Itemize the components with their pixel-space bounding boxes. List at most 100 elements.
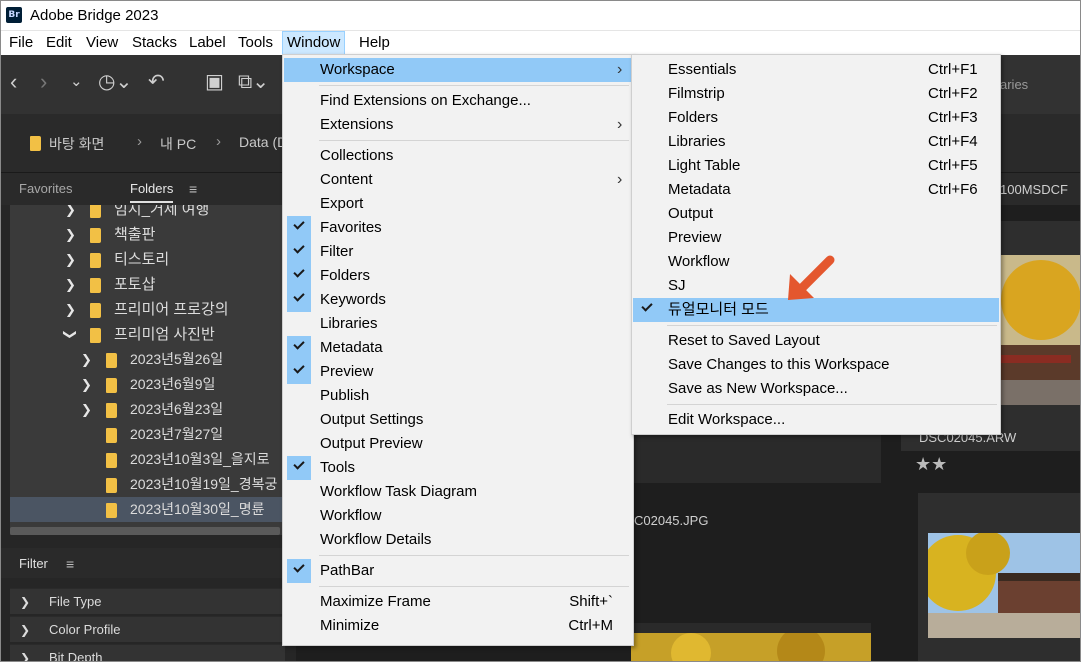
chevron-right-icon[interactable]: ❯ xyxy=(65,222,76,247)
tree-scrollbar[interactable] xyxy=(10,527,280,535)
menu-item-content[interactable]: Content › xyxy=(284,168,632,192)
workspace-item-essentials[interactable]: Essentials Ctrl+F1 xyxy=(633,58,999,82)
menu-item-maximize-frame[interactable]: Maximize Frame Shift+` xyxy=(284,590,632,614)
tree-row[interactable]: 2023년10월3일_을지로 xyxy=(10,447,285,472)
menu-item-minimize[interactable]: Minimize Ctrl+M xyxy=(284,614,632,638)
menu-item-label: Content xyxy=(320,171,373,188)
workspace-item-save-changes-to-this-workspace[interactable]: Save Changes to this Workspace xyxy=(633,353,999,377)
workspace-item-save-as-new-workspace[interactable]: Save as New Workspace... xyxy=(633,377,999,401)
menu-label[interactable]: Label xyxy=(185,31,230,55)
workspace-item-metadata[interactable]: Metadata Ctrl+F6 xyxy=(633,178,999,202)
tree-row[interactable]: 2023년7월27일 xyxy=(10,422,285,447)
workspace-item-preview[interactable]: Preview xyxy=(633,226,999,250)
chevron-right-icon[interactable]: ❯ xyxy=(65,205,76,222)
menu-item-collections[interactable]: Collections xyxy=(284,144,632,168)
menu-item-output-settings[interactable]: Output Settings xyxy=(284,408,632,432)
menu-file[interactable]: File xyxy=(5,31,37,55)
filter-row-color-profile[interactable]: ❯ Color Profile xyxy=(10,616,285,642)
tab-favorites[interactable]: Favorites xyxy=(19,181,72,196)
checkmark-icon xyxy=(287,288,311,312)
menu-item-libraries[interactable]: Libraries xyxy=(284,312,632,336)
menu-shortcut: Ctrl+F2 xyxy=(928,85,978,102)
menu-item-folders[interactable]: Folders xyxy=(284,264,632,288)
menu-item-preview[interactable]: Preview xyxy=(284,360,632,384)
workspace-item-libraries[interactable]: Libraries Ctrl+F4 xyxy=(633,130,999,154)
chevron-right-icon[interactable]: ❯ xyxy=(65,297,76,322)
chevron-right-icon[interactable]: ❯ xyxy=(65,272,76,297)
panel-menu-icon[interactable]: ≡ xyxy=(66,556,74,572)
chevron-right-icon[interactable]: ❯ xyxy=(81,372,92,397)
workspace-item-output[interactable]: Output xyxy=(633,202,999,226)
workspace-item-folders[interactable]: Folders Ctrl+F3 xyxy=(633,106,999,130)
menu-item-publish[interactable]: Publish xyxy=(284,384,632,408)
tree-row[interactable]: 2023년10월19일_경복궁 xyxy=(10,472,285,497)
tree-row[interactable]: ❯ 2023년6월9일 xyxy=(10,372,285,397)
menu-item-label: Edit Workspace... xyxy=(668,411,786,428)
title-bar: Br Adobe Bridge 2023 xyxy=(0,0,1081,31)
forward-icon[interactable]: › xyxy=(40,67,47,97)
camera-import-icon[interactable]: ▣ xyxy=(205,67,224,97)
menu-item-output-preview[interactable]: Output Preview xyxy=(284,432,632,456)
breadcrumb-my-pc[interactable]: 내 PC xyxy=(160,134,196,154)
menu-item-pathbar[interactable]: PathBar xyxy=(284,559,632,583)
tree-row[interactable]: ❯ 책출판 xyxy=(10,222,285,247)
tab-folders[interactable]: Folders xyxy=(130,181,174,203)
chevron-right-icon[interactable]: ❯ xyxy=(81,347,92,372)
menu-item-filter[interactable]: Filter xyxy=(284,240,632,264)
filter-row-bit-depth[interactable]: ❯ Bit Depth xyxy=(10,644,285,662)
menu-item-tools[interactable]: Tools xyxy=(284,456,632,480)
menu-help[interactable]: Help xyxy=(355,31,394,55)
menu-item-metadata[interactable]: Metadata xyxy=(284,336,632,360)
tree-label: 2023년10월3일_을지로 xyxy=(130,451,270,467)
panel-menu-icon[interactable]: ≡ xyxy=(189,181,197,197)
recent-history-icon[interactable]: ◷⌄ xyxy=(98,67,132,97)
thumbnail-card[interactable] xyxy=(918,493,1081,662)
menu-tools[interactable]: Tools xyxy=(234,31,277,55)
tree-row[interactable]: ❯ 티스토리 xyxy=(10,247,285,272)
menu-item-label: Metadata xyxy=(320,339,383,356)
chevron-right-icon[interactable]: ❯ xyxy=(81,397,92,422)
menu-item-workspace[interactable]: Workspace › xyxy=(284,58,632,82)
menu-item-label: Preview xyxy=(668,229,722,246)
menu-window[interactable]: Window xyxy=(282,31,346,55)
menu-edit[interactable]: Edit xyxy=(42,31,76,55)
workspace-item-reset-to-saved-layout[interactable]: Reset to Saved Layout xyxy=(633,329,999,353)
menu-item-export[interactable]: Export xyxy=(284,192,632,216)
workspace-item-edit-workspace[interactable]: Edit Workspace... xyxy=(633,408,999,432)
filter-row-file-type[interactable]: ❯ File Type xyxy=(10,588,285,614)
menu-view[interactable]: View xyxy=(82,31,122,55)
rating-stars[interactable]: ★★ xyxy=(915,454,947,475)
workspace-item-light-table[interactable]: Light Table Ctrl+F5 xyxy=(633,154,999,178)
menu-item-label: Output Settings xyxy=(320,411,424,428)
tree-row[interactable]: ❯ 2023년5월26일 xyxy=(10,347,285,372)
menu-item-extensions[interactable]: Extensions › xyxy=(284,113,632,137)
filter-panel-title[interactable]: Filter xyxy=(19,556,48,571)
menu-item-workflow-details[interactable]: Workflow Details xyxy=(284,528,632,552)
tree-row[interactable]: ❯ 포토샵 xyxy=(10,272,285,297)
tree-row[interactable]: ❯ 프리미엄 사진반 xyxy=(10,322,285,347)
menu-item-keywords[interactable]: Keywords xyxy=(284,288,632,312)
back-icon[interactable]: ‹ xyxy=(10,67,17,97)
checkmark-icon xyxy=(287,264,311,288)
toolbar-libraries-label[interactable]: aries xyxy=(1000,77,1028,92)
tree-row[interactable]: ❯ 프리미어 프로강의 xyxy=(10,297,285,322)
chevron-down-icon[interactable]: ⌄ xyxy=(70,67,83,97)
thumbnail-card[interactable] xyxy=(631,623,871,662)
refine-icon[interactable]: ⧉⌄ xyxy=(238,67,269,97)
menu-item-workflow-task-diagram[interactable]: Workflow Task Diagram xyxy=(284,480,632,504)
folder-icon xyxy=(106,453,117,468)
chevron-right-icon[interactable]: ❯ xyxy=(65,247,76,272)
tree-row[interactable]: ❯ 임시_거제 여행 xyxy=(10,205,285,222)
boomerang-icon[interactable]: ↶ xyxy=(148,67,165,97)
menu-item-favorites[interactable]: Favorites xyxy=(284,216,632,240)
menu-item-label: Workflow Details xyxy=(320,531,432,548)
menu-stacks[interactable]: Stacks xyxy=(128,31,181,55)
chevron-down-icon[interactable]: ❯ xyxy=(58,329,83,340)
workspace-item-filmstrip[interactable]: Filmstrip Ctrl+F2 xyxy=(633,82,999,106)
menu-item-workflow[interactable]: Workflow xyxy=(284,504,632,528)
breadcrumb-desktop[interactable]: 바탕 화면 xyxy=(30,134,104,154)
breadcrumb-data-drive[interactable]: Data (D xyxy=(239,134,287,150)
menu-item-find-extensions-on-exchange[interactable]: Find Extensions on Exchange... xyxy=(284,89,632,113)
tree-row[interactable]: ❯ 2023년6월23일 xyxy=(10,397,285,422)
tree-row[interactable]: 2023년10월30일_명륜 xyxy=(10,497,285,522)
